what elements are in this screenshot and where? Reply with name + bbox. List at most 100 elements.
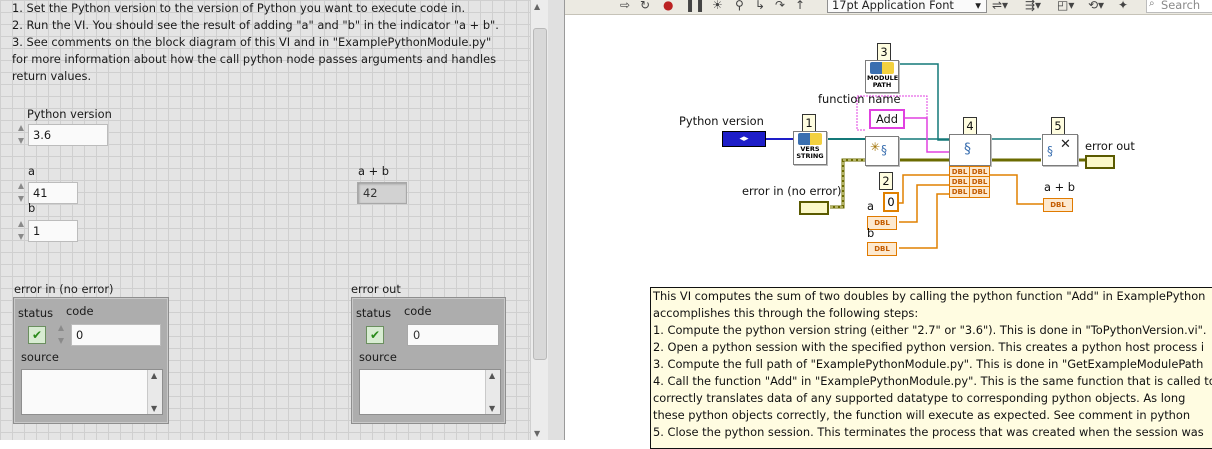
instruction-line: 1. Set the Python version to the version… bbox=[12, 1, 466, 15]
b-label: b bbox=[28, 201, 36, 215]
pause-icon[interactable]: ❚❚ bbox=[685, 0, 705, 12]
zero-constant[interactable]: 0 bbox=[883, 192, 899, 212]
sum-terminal[interactable]: DBL bbox=[1043, 198, 1073, 212]
comment-line: 4. Call the function "Add" in "ExamplePy… bbox=[653, 374, 1212, 388]
comment-line: 2. Open a python session with the specif… bbox=[653, 340, 1204, 354]
align-icon[interactable]: ⇌▾ bbox=[992, 0, 1008, 12]
front-panel-vertical-scrollbar[interactable]: ▲ ▼ bbox=[530, 0, 549, 440]
scroll-up-icon[interactable]: ▲ bbox=[534, 2, 540, 11]
open-python-session-node[interactable]: ✳ § bbox=[865, 136, 899, 166]
resize-icon[interactable]: ◰▾ bbox=[1057, 0, 1074, 12]
error-in-source-field[interactable]: ▲ ▼ bbox=[21, 369, 163, 415]
instruction-line: return values. bbox=[12, 69, 92, 83]
run-continuously-icon[interactable]: ↻ bbox=[640, 0, 650, 12]
sum-terminal-label: a + b bbox=[1044, 180, 1075, 194]
comment-line: 1. Compute the python version string (ei… bbox=[653, 323, 1207, 337]
b-terminal-label: b bbox=[867, 226, 875, 240]
sum-label: a + b bbox=[358, 164, 389, 178]
python-snake-icon: § bbox=[964, 141, 971, 157]
comment-line: 5. Close the python session. This termin… bbox=[653, 425, 1204, 439]
step-into-icon[interactable]: ↳ bbox=[755, 0, 765, 12]
step-number: 1 bbox=[802, 114, 816, 132]
a-terminal-label: a bbox=[867, 199, 874, 213]
dbl-terminal[interactable]: DBL bbox=[969, 186, 990, 198]
python-version-label: Python version bbox=[27, 107, 112, 121]
status-check-icon[interactable]: ✔ bbox=[28, 326, 46, 344]
comment-line: accomplishes this through the following … bbox=[653, 306, 919, 320]
highlight-execution-icon[interactable]: ☀ bbox=[712, 0, 723, 12]
reorder-icon[interactable]: ⟲▾ bbox=[1088, 0, 1104, 12]
get-module-path-node[interactable]: MODULE PATH bbox=[865, 60, 899, 93]
instruction-line: 3. See comments on the block diagram of … bbox=[12, 35, 492, 49]
error-out-code-field: 0 bbox=[407, 324, 499, 346]
a-control[interactable]: 41 bbox=[28, 182, 78, 204]
comment-line: This VI computes the sum of two doubles … bbox=[653, 289, 1206, 303]
error-in-terminal-label: error in (no error) bbox=[742, 184, 842, 198]
error-out-terminal[interactable] bbox=[1085, 155, 1115, 169]
instruction-line: 2. Run the VI. You should see the result… bbox=[12, 18, 499, 32]
step-number: 3 bbox=[877, 43, 891, 61]
b-increment-icon[interactable] bbox=[17, 220, 26, 242]
code-increment-icon[interactable] bbox=[57, 324, 66, 346]
sum-indicator: 42 bbox=[357, 182, 407, 204]
error-in-code-field[interactable]: 0 bbox=[71, 324, 161, 346]
a-wire bbox=[899, 184, 949, 223]
font-select-value: 17pt Application Font bbox=[832, 0, 954, 12]
comment-line: 3. Compute the full path of "ExamplePyth… bbox=[653, 357, 1204, 371]
error-out-label: error out bbox=[351, 282, 401, 296]
error-out-terminal-label: error out bbox=[1085, 139, 1135, 153]
diagram-comment: This VI computes the sum of two doubles … bbox=[650, 287, 1212, 449]
python-logo-icon bbox=[798, 133, 822, 145]
step-out-icon[interactable]: ↑ bbox=[795, 0, 805, 12]
close-icon: ✕ bbox=[1060, 137, 1071, 152]
close-python-session-node[interactable]: § ✕ bbox=[1042, 134, 1078, 166]
distribute-icon[interactable]: ⇶▾ bbox=[1025, 0, 1041, 12]
function-name-wire bbox=[905, 117, 949, 153]
step-number: 2 bbox=[879, 172, 893, 190]
code-label: code bbox=[66, 304, 94, 318]
dbl-terminal[interactable]: DBL bbox=[949, 186, 970, 198]
abort-icon[interactable]: ● bbox=[663, 0, 673, 12]
status-label: status bbox=[356, 306, 392, 320]
python-snake-icon: § bbox=[1047, 144, 1053, 158]
python-version-control[interactable]: 3.6 bbox=[28, 124, 108, 146]
a-label: a bbox=[28, 164, 35, 178]
python-version-enum-terminal[interactable]: ◂▸ bbox=[722, 131, 766, 147]
b-control[interactable]: 1 bbox=[28, 220, 78, 242]
error-in-label: error in (no error) bbox=[14, 282, 114, 296]
scroll-down-icon[interactable]: ▼ bbox=[534, 429, 540, 438]
scrollbar-thumb[interactable] bbox=[533, 28, 547, 360]
a-increment-icon[interactable] bbox=[17, 182, 26, 204]
retain-wire-values-icon[interactable]: ⚲ bbox=[735, 0, 744, 12]
error-in-terminal[interactable] bbox=[799, 201, 829, 215]
search-icon: ⌕ bbox=[1149, 0, 1155, 9]
source-scrollbar[interactable]: ▲ ▼ bbox=[485, 370, 500, 414]
error-in-cluster: status code ✔ 0 source ▲ ▼ bbox=[13, 297, 169, 424]
source-scrollbar[interactable]: ▲ ▼ bbox=[147, 370, 162, 414]
step-number: 4 bbox=[963, 117, 977, 135]
step-over-icon[interactable]: ↷ bbox=[775, 0, 785, 12]
clean-up-icon[interactable]: ✦ bbox=[1118, 0, 1128, 12]
source-label: source bbox=[21, 350, 59, 364]
error-out-cluster: status code ✔ 0 source ▲ ▼ bbox=[351, 297, 506, 424]
code-label: code bbox=[404, 304, 432, 318]
toolbar: ⇨ ↻ ● ❚❚ ☀ ⚲ ↳ ↷ ↑ 17pt Application Font… bbox=[565, 0, 1212, 15]
node-text: VERS STRING bbox=[796, 145, 824, 160]
comment-line: correctly translates data of any support… bbox=[653, 391, 1186, 405]
python-version-increment-icon[interactable] bbox=[17, 124, 26, 146]
chevron-down-icon: ▾ bbox=[975, 0, 981, 12]
run-arrow-icon[interactable]: ⇨ bbox=[620, 0, 630, 12]
instruction-line: for more information about how the call … bbox=[12, 52, 497, 66]
function-name-constant[interactable]: Add bbox=[869, 109, 905, 129]
python-version-terminal-label: Python version bbox=[679, 114, 764, 128]
python-node[interactable]: § bbox=[949, 134, 991, 166]
python-snake-icon: § bbox=[881, 143, 887, 157]
sparkle-icon: ✳ bbox=[870, 140, 881, 154]
search-input[interactable]: Search bbox=[1146, 0, 1212, 13]
status-label: status bbox=[18, 306, 54, 320]
b-wire bbox=[899, 193, 949, 249]
font-select[interactable]: 17pt Application Font ▾ bbox=[827, 0, 987, 13]
to-python-version-node[interactable]: VERS STRING bbox=[793, 131, 827, 165]
function-name-label: function name bbox=[818, 92, 901, 106]
b-terminal[interactable]: DBL bbox=[867, 242, 897, 256]
